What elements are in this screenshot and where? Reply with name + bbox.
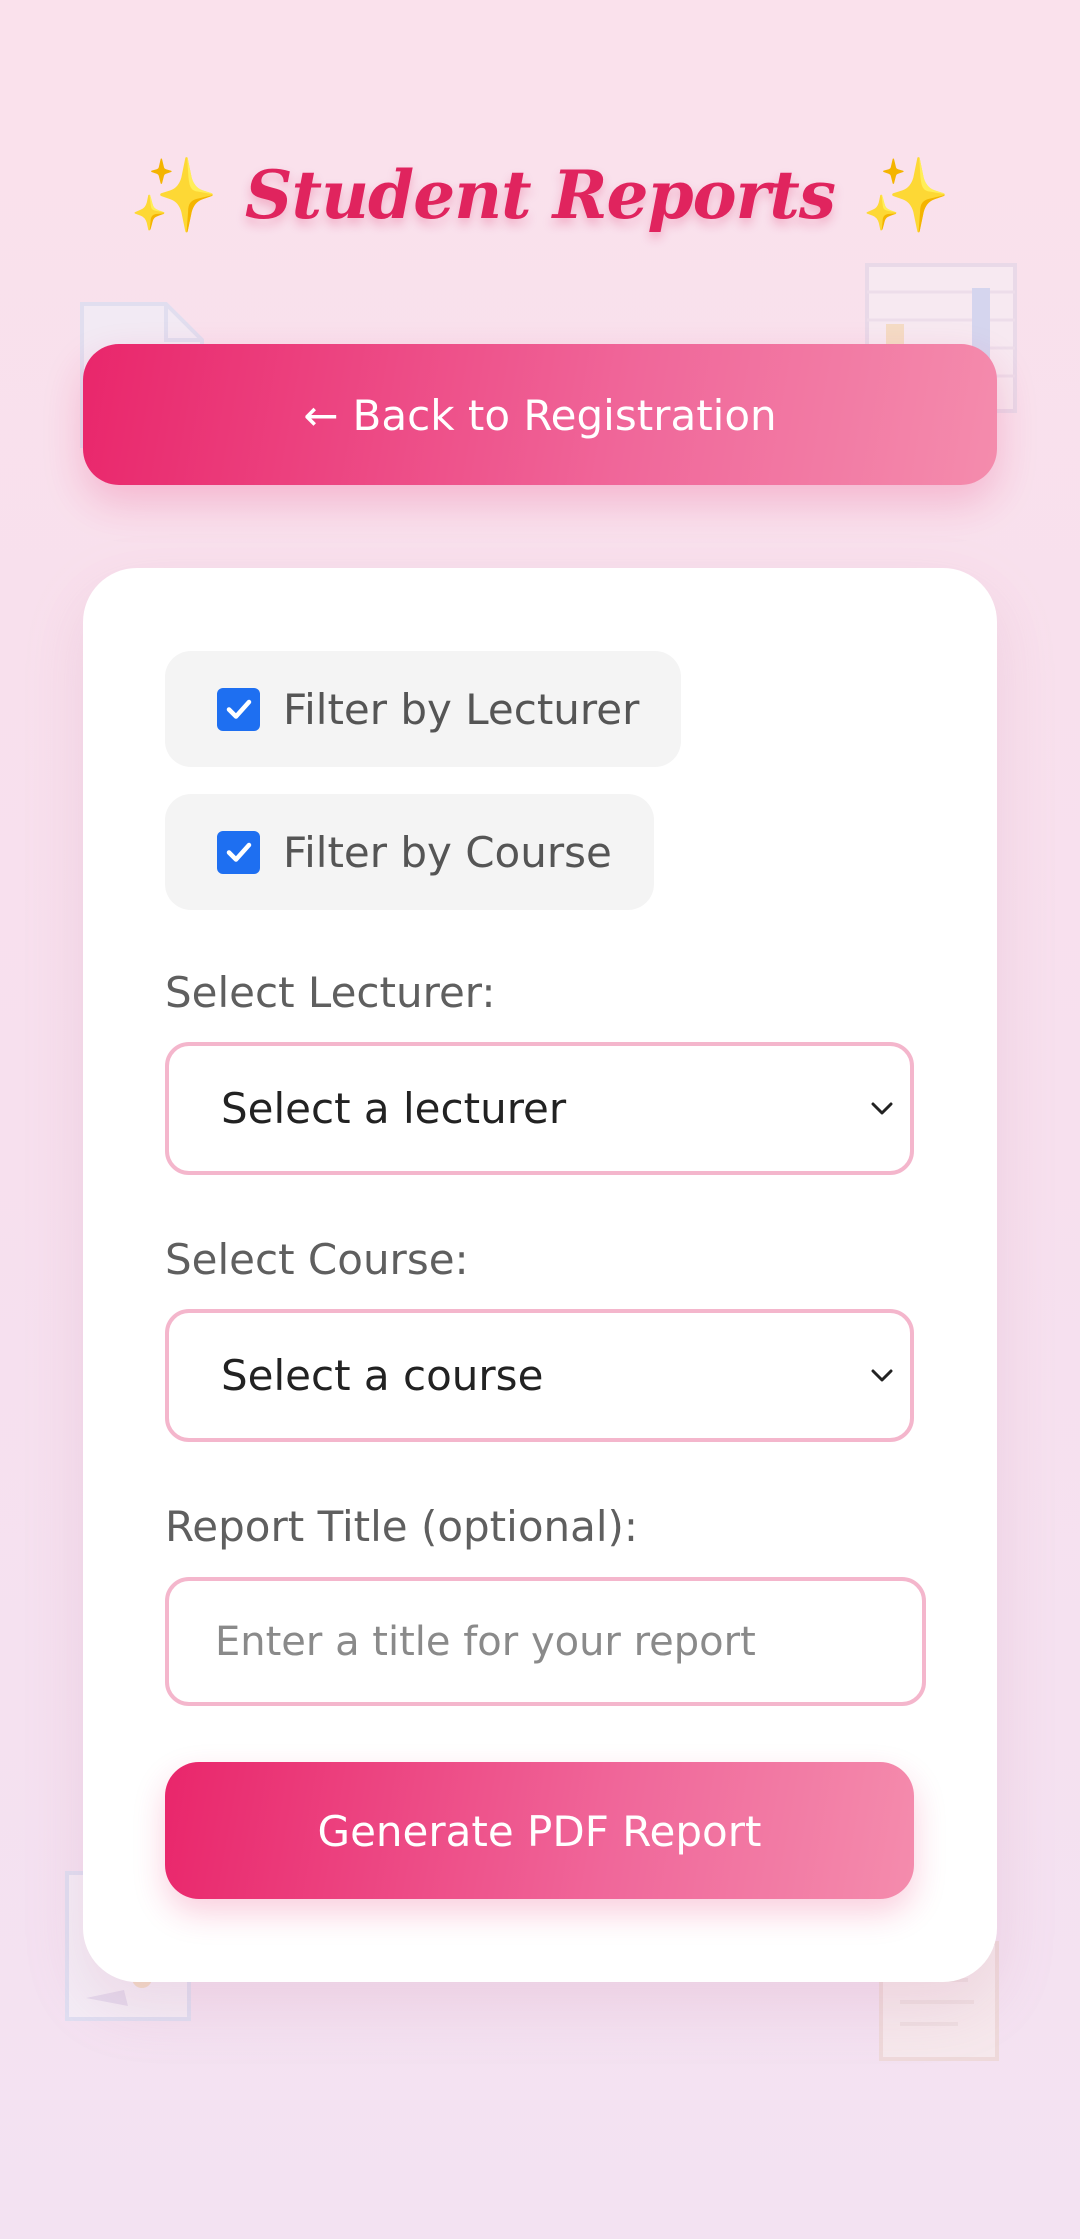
course-select-value: Select a course	[221, 1351, 544, 1400]
arrow-left-icon: ←	[303, 391, 339, 440]
chevron-down-icon	[871, 1369, 893, 1381]
sparkles-icon: ✨	[861, 153, 951, 238]
course-select[interactable]: Select a course	[165, 1309, 914, 1442]
report-form-card: Filter by Lecturer Filter by Course Sele…	[83, 568, 997, 1982]
filter-by-course-toggle[interactable]: Filter by Course	[165, 794, 654, 910]
generate-pdf-report-button[interactable]: Generate PDF Report	[165, 1762, 914, 1899]
select-lecturer-label: Select Lecturer:	[165, 968, 496, 1017]
course-filter-checkbox[interactable]	[217, 830, 260, 874]
filter-by-lecturer-toggle[interactable]: Filter by Lecturer	[165, 651, 682, 767]
lecturer-select[interactable]: Select a lecturer	[165, 1042, 914, 1175]
checkmark-icon	[226, 842, 251, 862]
back-to-registration-button[interactable]: ← Back to Registration	[83, 344, 997, 485]
lecturer-select-value: Select a lecturer	[221, 1084, 567, 1133]
chevron-down-icon	[871, 1102, 893, 1114]
page-title-text: Student Reports	[244, 156, 836, 235]
report-title-label: Report Title (optional):	[165, 1502, 639, 1551]
report-title-input[interactable]	[165, 1577, 926, 1706]
page-title: ✨ Student Reports ✨	[0, 145, 1080, 240]
checkmark-icon	[226, 699, 251, 719]
sparkles-icon: ✨	[129, 153, 219, 238]
filter-by-lecturer-label: Filter by Lecturer	[283, 684, 640, 734]
filter-by-course-label: Filter by Course	[283, 827, 612, 877]
lecturer-filter-checkbox[interactable]	[217, 687, 260, 731]
back-button-label: Back to Registration	[352, 391, 777, 440]
select-course-label: Select Course:	[165, 1235, 469, 1284]
